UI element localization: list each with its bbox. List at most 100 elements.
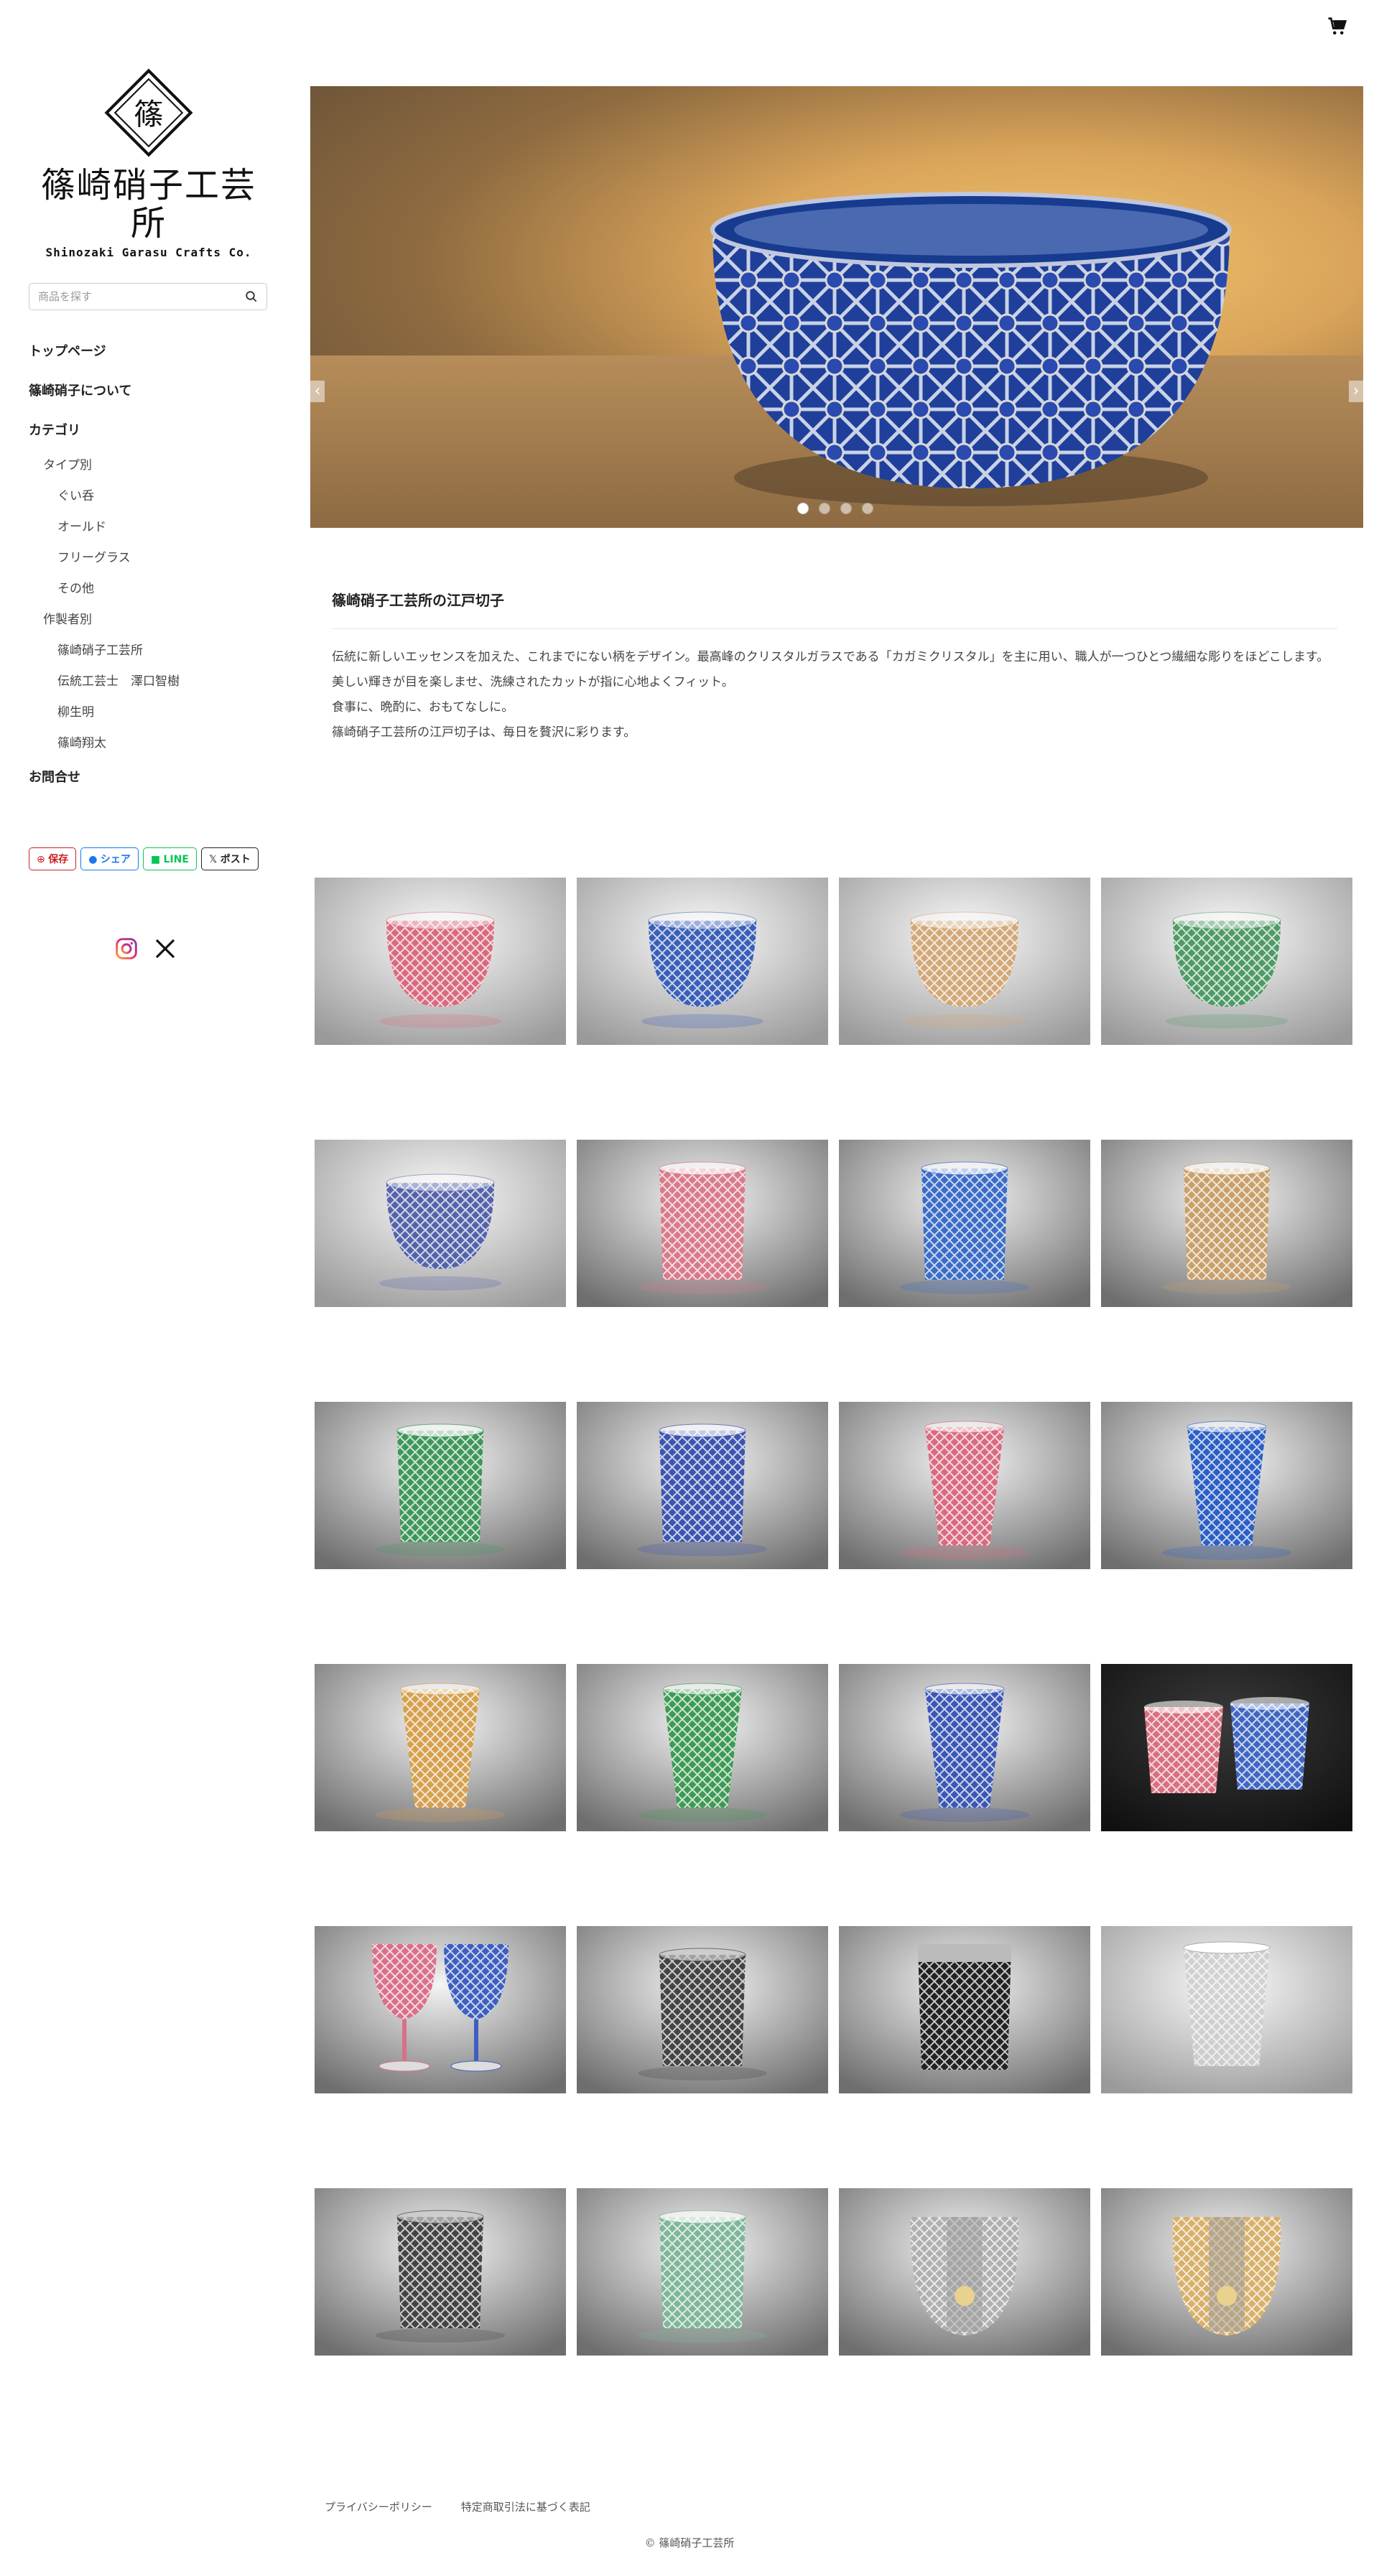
logo-name: 篠崎硝子工芸所 <box>40 165 256 243</box>
product-image <box>577 2188 828 2356</box>
nav-maker-item[interactable]: 篠崎翔太 <box>29 735 273 769</box>
nav-type-item[interactable]: オールド <box>29 519 273 549</box>
cart-icon[interactable] <box>1326 16 1349 37</box>
footer-links: プライバシーポリシー 特定商取引法に基づく表記 <box>325 2499 590 2514</box>
slider-prev-button[interactable]: ‹ <box>310 381 325 402</box>
facebook-share-label: シェア <box>100 854 131 865</box>
product-card[interactable] <box>1101 1402 1352 1569</box>
about-section: 篠崎硝子工芸所の江戸切子 伝統に新しいエッセンスを加えた、これまでにない柄をデザ… <box>332 589 1337 745</box>
copyright: © 篠崎硝子工芸所 <box>644 2537 735 2549</box>
search-box <box>29 283 267 310</box>
product-image <box>1101 2188 1352 2356</box>
product-image <box>315 1926 566 2093</box>
product-image <box>1101 1664 1352 1831</box>
commerce-law-link[interactable]: 特定商取引法に基づく表記 <box>461 2499 590 2514</box>
product-card[interactable] <box>839 1140 1090 1307</box>
slider-dot[interactable] <box>819 503 830 514</box>
product-card[interactable] <box>839 1926 1090 2093</box>
product-card[interactable] <box>315 1926 566 2093</box>
nav-type-item[interactable]: フリーグラス <box>29 549 273 580</box>
nav-type-item[interactable]: その他 <box>29 580 273 611</box>
logo-mark-icon: 篠 <box>104 68 193 157</box>
slider-next-button[interactable]: › <box>1349 381 1363 402</box>
x-post-button[interactable]: 𝕏 ポスト <box>200 847 259 870</box>
slider-dots <box>797 503 873 514</box>
product-image <box>315 1140 566 1307</box>
product-image <box>315 2188 566 2356</box>
slider-dot[interactable] <box>862 503 873 514</box>
x-post-label: ポスト <box>220 854 251 865</box>
product-image <box>1101 1140 1352 1307</box>
product-card[interactable] <box>315 1402 566 1569</box>
search-input[interactable] <box>29 284 241 310</box>
product-card[interactable] <box>1101 1664 1352 1831</box>
product-card[interactable] <box>577 1926 828 2093</box>
nav-maker-item[interactable]: 篠崎硝子工芸所 <box>29 642 273 673</box>
about-body: 伝統に新しいエッセンスを加えた、これまでにない柄をデザイン。最高峰のクリスタルガ… <box>332 650 1329 740</box>
product-image <box>839 1402 1090 1569</box>
logo-subtitle: Shinozaki Garasu Crafts Co. <box>45 245 252 259</box>
product-card[interactable] <box>577 878 828 1045</box>
product-card[interactable] <box>315 1140 566 1307</box>
product-card[interactable] <box>839 1664 1090 1831</box>
product-image <box>315 1664 566 1831</box>
product-image <box>839 878 1090 1045</box>
share-buttons: ⊕ 保存 ● シェア ■ LINE 𝕏 ポスト <box>29 847 259 870</box>
nav-about[interactable]: 篠崎硝子について <box>29 383 273 422</box>
line-share-button[interactable]: ■ LINE <box>142 847 197 870</box>
product-image <box>315 878 566 1045</box>
product-card[interactable] <box>1101 1926 1352 2093</box>
product-image <box>577 878 828 1045</box>
product-image <box>839 2188 1090 2356</box>
product-image <box>577 1140 828 1307</box>
product-image <box>1101 1926 1352 2093</box>
product-card[interactable] <box>315 2188 566 2356</box>
nav-type-item[interactable]: ぐい呑 <box>29 488 273 519</box>
slider-dot[interactable] <box>840 503 852 514</box>
product-card[interactable] <box>839 1402 1090 1569</box>
nav-category[interactable]: カテゴリ <box>29 422 273 457</box>
product-card[interactable] <box>1101 2188 1352 2356</box>
product-image <box>839 1926 1090 2093</box>
logo-mark-letter: 篠 <box>134 98 163 132</box>
product-image <box>315 1402 566 1569</box>
hero-slider[interactable]: ‹ › <box>310 86 1363 528</box>
slider-dot[interactable] <box>797 503 809 514</box>
product-image <box>1101 1402 1352 1569</box>
product-card[interactable] <box>315 1664 566 1831</box>
nav-maker-label[interactable]: 作製者別 <box>29 611 273 642</box>
product-card[interactable] <box>577 1402 828 1569</box>
nav-maker-item[interactable]: 柳生明 <box>29 704 273 735</box>
product-card[interactable] <box>577 1664 828 1831</box>
product-card[interactable] <box>1101 1140 1352 1307</box>
product-card[interactable] <box>839 878 1090 1045</box>
nav-contact[interactable]: お問合せ <box>29 769 273 809</box>
about-title: 篠崎硝子工芸所の江戸切子 <box>332 589 1337 629</box>
nav-type-label[interactable]: タイプ別 <box>29 457 273 488</box>
product-card[interactable] <box>577 2188 828 2356</box>
product-image <box>839 1140 1090 1307</box>
product-image <box>577 1926 828 2093</box>
nav-top-page[interactable]: トップページ <box>29 343 273 383</box>
site-logo[interactable]: 篠 篠崎硝子工芸所 Shinozaki Garasu Crafts Co. <box>29 63 269 259</box>
product-card[interactable] <box>577 1140 828 1307</box>
sidebar-nav: トップページ 篠崎硝子について カテゴリ タイプ別 ぐい呑 オールド フリーグラ… <box>29 343 273 809</box>
product-card[interactable] <box>315 878 566 1045</box>
privacy-policy-link[interactable]: プライバシーポリシー <box>325 2499 432 2514</box>
social-links <box>115 937 177 960</box>
facebook-share-button[interactable]: ● シェア <box>80 847 139 870</box>
nav-maker-item[interactable]: 伝統工芸士 澤口智樹 <box>29 673 273 704</box>
product-image <box>1101 878 1352 1045</box>
pinterest-save-button[interactable]: ⊕ 保存 <box>29 847 77 870</box>
product-image <box>577 1664 828 1831</box>
product-card[interactable] <box>1101 878 1352 1045</box>
hero-bowl-image <box>710 192 1232 506</box>
pinterest-save-label: 保存 <box>48 854 69 865</box>
product-card[interactable] <box>839 2188 1090 2356</box>
line-share-label: LINE <box>163 854 189 865</box>
x-icon[interactable] <box>154 937 177 960</box>
search-icon[interactable] <box>245 290 258 303</box>
product-image <box>577 1402 828 1569</box>
instagram-icon[interactable] <box>115 937 138 960</box>
product-image <box>839 1664 1090 1831</box>
